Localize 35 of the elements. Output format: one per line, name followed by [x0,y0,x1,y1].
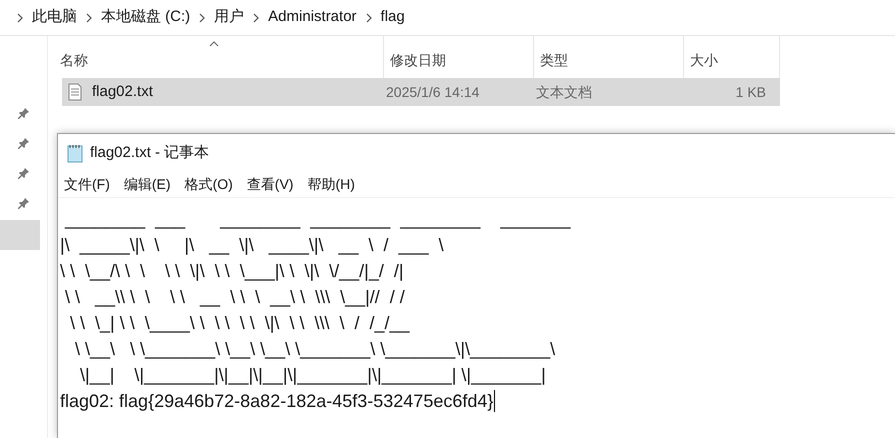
breadcrumb-item[interactable]: 此电脑 [32,6,77,29]
chevron-icon [364,12,373,22]
notepad-icon [66,143,84,163]
ascii-art-line: \|__| \|_______|\|__|\|__|\|_______|\|_______| \|_______| [79,364,546,387]
file-name: flag02.txt [92,82,153,102]
pin-icon[interactable] [18,137,30,149]
ascii-art-line: \ \ \__/\ \ \ \ \ \|\ \ \ \___|\ \ \|\ \/__/|_/ /| [60,260,404,283]
breadcrumb-item[interactable]: flag [380,6,405,29]
flag-text: flag02: flag{29a46b72-8a82-182a-45f3-532475ec6fd4} [60,390,494,413]
breadcrumb-item[interactable]: 用户 [214,6,244,29]
pin-icon[interactable] [18,167,30,179]
file-modified: 2025/1/6 14:14 [386,82,480,102]
ascii-art-line: \ \ \_| \ \ \____\ \ \ \ \ \ \|\ \ \ \\\ \ / /_/__ [69,312,410,335]
ascii-art-line: \ \ __\\ \ \ \ \ __ \ \ \ __\ \ \\\ \__|// / / [64,286,405,309]
breadcrumb-item[interactable]: 本地磁盘 (C:) [101,6,190,29]
chevron-icon [85,12,93,22]
pin-icon[interactable] [18,197,30,209]
menu-item[interactable]: 文件(F) [64,174,110,195]
ascii-art-line: \ \__\ \ \_______\ \__\ \__\ \_______\ \_______\|\________\ [74,338,556,361]
ascii-art-line: |\ _____\|\ \ |\ __ \|\ ____\|\ __ \ / ___ \ [60,234,444,257]
breadcrumb-item[interactable]: Administrator [268,6,357,29]
window-title: flag02.txt - 记事本 [90,142,210,163]
ascii-art-line: ________ ___ ________ ________ ________ _______ [64,208,570,231]
chevron-icon [252,12,260,22]
pin-icon[interactable] [18,107,30,119]
text-file-icon [68,83,82,101]
chevron-icon [198,12,206,22]
menu-item[interactable]: 查看(V) [246,174,294,195]
menu-item[interactable]: 格式(O) [184,174,233,195]
file-row[interactable]: flag02.txt 2025/1/6 14:14 文本文档 1 KB [62,78,780,106]
menu-item[interactable]: 编辑(E) [124,174,171,195]
menu-item[interactable]: 帮助(H) [307,174,355,195]
file-type: 文本文档 [536,82,593,102]
chevron-icon [16,12,24,22]
file-size: 1 KB [734,82,766,102]
